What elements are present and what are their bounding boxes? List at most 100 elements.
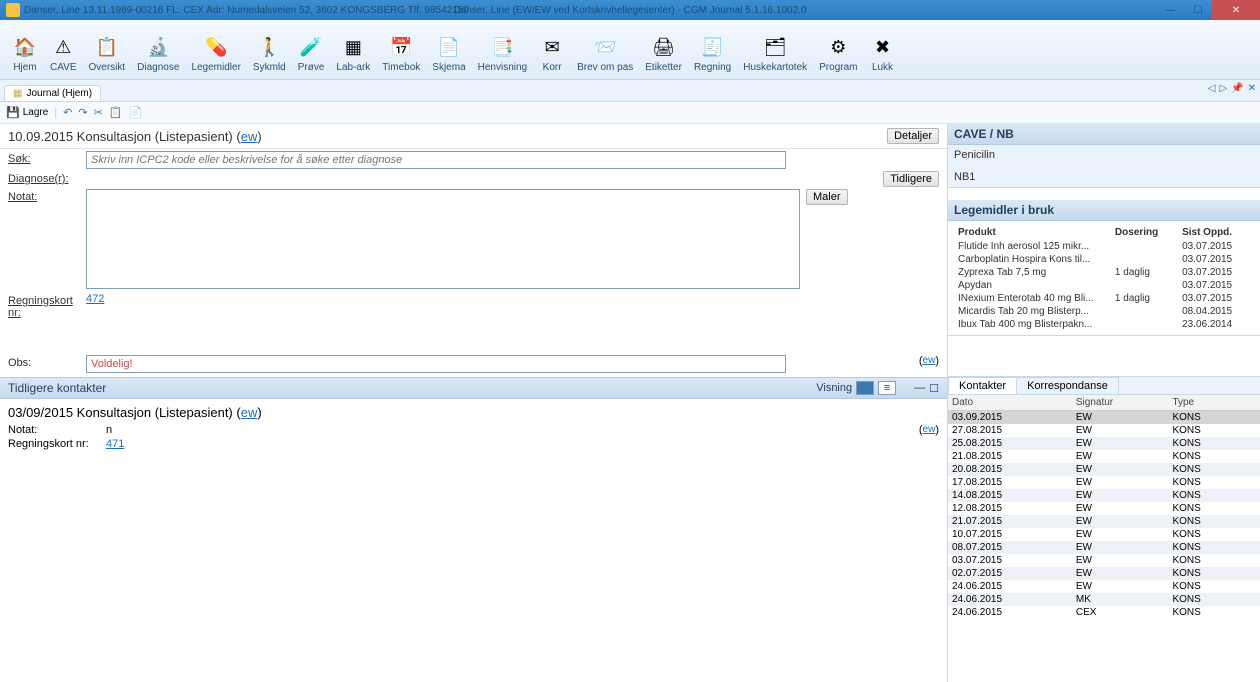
- close-button[interactable]: ✕: [1212, 0, 1260, 20]
- prev-signature[interactable]: ew: [241, 405, 258, 420]
- prev-notat-label: Notat:: [8, 424, 106, 436]
- medication-row[interactable]: Ibux Tab 400 mg Blisterpakn...23.06.2014: [954, 318, 1254, 331]
- ribbon-hjem[interactable]: 🏠 Hjem: [6, 22, 44, 77]
- nav-right-icon[interactable]: ▷: [1219, 83, 1227, 94]
- diagnose-label: Diagnose(r):: [8, 171, 86, 185]
- doc-icon: 📄: [436, 34, 462, 60]
- ribbon-program[interactable]: ⚙Program: [813, 22, 863, 77]
- contact-row[interactable]: 12.08.2015EWKONS: [948, 502, 1260, 515]
- ribbon-regning[interactable]: 🧾Regning: [688, 22, 737, 77]
- ribbon-korr[interactable]: ✉Korr: [533, 22, 571, 77]
- home-icon: 🏠: [12, 34, 38, 60]
- contact-row[interactable]: 25.08.2015EWKONS: [948, 437, 1260, 450]
- contact-row[interactable]: 17.08.2015EWKONS: [948, 476, 1260, 489]
- contact-row[interactable]: 24.06.2015CEXKONS: [948, 606, 1260, 619]
- notat-textarea[interactable]: [86, 189, 800, 289]
- ribbon-sykmld[interactable]: 🚶Sykmld: [247, 22, 292, 77]
- save-button[interactable]: 💾 Lagre: [6, 106, 48, 119]
- ribbon-label: Timebok: [382, 62, 420, 73]
- medication-row[interactable]: INexium Enterotab 40 mg Bli...1 daglig03…: [954, 292, 1254, 305]
- ribbon-skjema[interactable]: 📄Skjema: [426, 22, 471, 77]
- ribbon-cave[interactable]: ⚠CAVE: [44, 22, 83, 77]
- save-icon: 💾: [6, 106, 20, 119]
- contact-row[interactable]: 20.08.2015EWKONS: [948, 463, 1260, 476]
- search-input[interactable]: [86, 151, 786, 169]
- expand-panel-icon[interactable]: ☐: [929, 382, 939, 395]
- medication-row[interactable]: Carboplatin Hospira Kons til...03.07.201…: [954, 253, 1254, 266]
- tab-strip: ▦ Journal (Hjem) ◁ ▷ 📌 ✕: [0, 80, 1260, 102]
- contact-row[interactable]: 02.07.2015EWKONS: [948, 567, 1260, 580]
- pin-icon[interactable]: 📌: [1231, 83, 1243, 94]
- ribbon-label: Korr: [543, 62, 562, 73]
- consultation-header: 10.09.2015 Konsultasjon (Listepasient) (…: [0, 124, 947, 149]
- undo-icon[interactable]: ↶: [63, 106, 72, 119]
- col-signatur[interactable]: Signatur: [1072, 395, 1169, 411]
- paste-icon[interactable]: 📄: [129, 106, 143, 119]
- cut-icon[interactable]: ✂: [94, 106, 103, 119]
- ribbon-diagnose[interactable]: 🔬Diagnose: [131, 22, 185, 77]
- prev-regn-link[interactable]: 471: [106, 438, 124, 450]
- minimize-button[interactable]: —: [1156, 0, 1184, 20]
- medication-row[interactable]: Apydan03.07.2015: [954, 279, 1254, 292]
- ribbon-label: Hjem: [13, 62, 36, 73]
- col-produkt: Produkt: [954, 225, 1111, 240]
- view-list-button[interactable]: ≡: [878, 381, 896, 395]
- ribbon-label: Lukk: [872, 62, 893, 73]
- ribbon-lukk[interactable]: ✖Lukk: [864, 22, 902, 77]
- tab-close-icon[interactable]: ✕: [1248, 83, 1256, 94]
- ribbon-oversikt[interactable]: 📋Oversikt: [83, 22, 132, 77]
- obs-signature[interactable]: ew: [923, 355, 936, 366]
- grid-icon: ▦: [340, 34, 366, 60]
- cal-icon: 📅: [388, 34, 414, 60]
- tab-journal[interactable]: ▦ Journal (Hjem): [4, 85, 101, 101]
- tab-kontakter[interactable]: Kontakter: [948, 377, 1017, 394]
- contact-row[interactable]: 21.08.2015EWKONS: [948, 450, 1260, 463]
- medications-table: Produkt Dosering Sist Oppd. Flutide Inh …: [954, 225, 1254, 331]
- contact-row[interactable]: 14.08.2015EWKONS: [948, 489, 1260, 502]
- contact-row[interactable]: 03.07.2015EWKONS: [948, 554, 1260, 567]
- nav-left-icon[interactable]: ◁: [1208, 83, 1216, 94]
- ribbon-label: CAVE: [50, 62, 77, 73]
- contact-row[interactable]: 08.07.2015EWKONS: [948, 541, 1260, 554]
- ribbon-etiketter[interactable]: 🖨Etiketter: [639, 22, 688, 77]
- contact-row[interactable]: 21.07.2015EWKONS: [948, 515, 1260, 528]
- contacts-grid[interactable]: Dato Signatur Type 03.09.2015EWKONS27.08…: [948, 395, 1260, 682]
- redo-icon[interactable]: ↷: [78, 106, 87, 119]
- ribbon-legemidler[interactable]: 💊Legemidler: [185, 22, 246, 77]
- ribbon-huskekartotek[interactable]: 🗂Huskekartotek: [737, 22, 813, 77]
- edit-toolbar: 💾 Lagre | ↶ ↷ ✂ 📋 📄: [0, 102, 1260, 124]
- cave-body: Penicilin NB1: [948, 145, 1260, 188]
- maximize-button[interactable]: ☐: [1184, 0, 1212, 20]
- ribbon-prøve[interactable]: 🧪Prøve: [292, 22, 331, 77]
- maler-button[interactable]: Maler: [806, 189, 848, 205]
- signature-link[interactable]: ew: [241, 129, 258, 144]
- medication-row[interactable]: Zyprexa Tab 7,5 mg1 daglig03.07.2015: [954, 266, 1254, 279]
- view-card-button[interactable]: [856, 381, 874, 395]
- contact-row[interactable]: 24.06.2015MKKONS: [948, 593, 1260, 606]
- minimize-panel-icon[interactable]: —: [914, 382, 925, 394]
- ribbon-timebok[interactable]: 📅 Timebok: [376, 22, 426, 77]
- contact-row[interactable]: 03.09.2015EWKONS: [948, 411, 1260, 425]
- tidligere-button[interactable]: Tidligere: [883, 171, 939, 187]
- ribbon-label: Henvisning: [478, 62, 527, 73]
- ribbon-henvisning[interactable]: 📑Henvisning: [472, 22, 533, 77]
- medication-row[interactable]: Micardis Tab 20 mg Blisterp...08.04.2015: [954, 305, 1254, 318]
- prev-notat-sig[interactable]: ew: [923, 424, 936, 436]
- contact-row[interactable]: 10.07.2015EWKONS: [948, 528, 1260, 541]
- details-button[interactable]: Detaljer: [887, 128, 939, 144]
- obs-input[interactable]: [86, 355, 786, 373]
- medication-row[interactable]: Flutide Inh aerosol 125 mikr...03.07.201…: [954, 240, 1254, 253]
- contact-row[interactable]: 27.08.2015EWKONS: [948, 424, 1260, 437]
- col-type[interactable]: Type: [1168, 395, 1246, 411]
- contact-row[interactable]: 24.06.2015EWKONS: [948, 580, 1260, 593]
- cave-item: Penicilin: [954, 149, 1254, 161]
- letter-icon: 📨: [592, 34, 618, 60]
- copy-icon[interactable]: 📋: [109, 106, 123, 119]
- ribbon-lab-ark[interactable]: ▦Lab-ark: [330, 22, 376, 77]
- col-dato[interactable]: Dato: [948, 395, 1072, 411]
- tab-korrespondanse[interactable]: Korrespondanse: [1016, 377, 1119, 394]
- regning-link[interactable]: 472: [86, 293, 104, 305]
- col-dosering: Dosering: [1111, 225, 1178, 240]
- cave-header: CAVE / NB: [948, 124, 1260, 145]
- ribbon-brev om pas[interactable]: 📨Brev om pas: [571, 22, 639, 77]
